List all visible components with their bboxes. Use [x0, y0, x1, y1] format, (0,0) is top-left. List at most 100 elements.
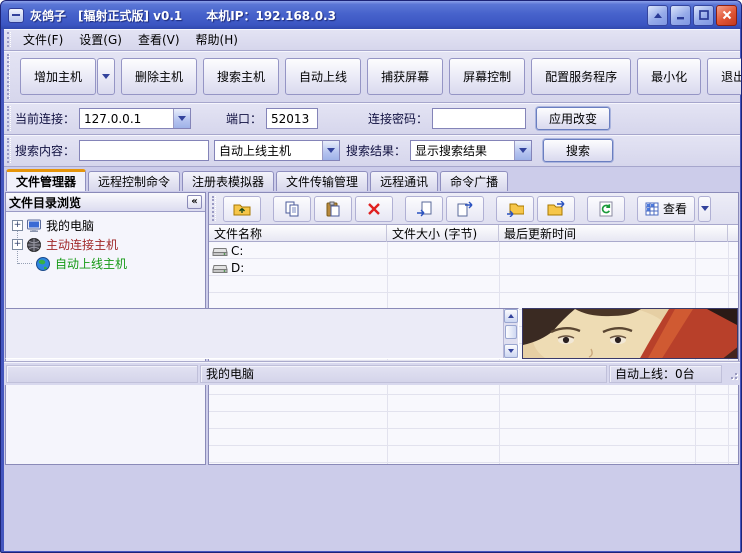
directory-tree: + 我的电脑 + 主动连接主机 [6, 212, 205, 273]
tab-strip: 文件管理器 远程控制命令 注册表模拟器 文件传输管理 远程通讯 命令广播 [4, 168, 740, 191]
upload-file-button[interactable] [446, 196, 484, 222]
scroll-up-button[interactable] [504, 309, 518, 323]
column-header-filler [728, 225, 738, 242]
tree-item-label: 主动连接主机 [46, 236, 118, 253]
delete-file-button[interactable] [355, 196, 393, 222]
list-item-drive-c[interactable]: C: [209, 242, 738, 259]
capture-screen-button[interactable]: 捕获屏幕 [367, 58, 443, 95]
globe-dark-icon [26, 237, 42, 253]
current-connection-combo[interactable]: 127.0.0.1 [79, 108, 191, 129]
combo-arrow-button[interactable] [514, 141, 531, 160]
upload-folder-button[interactable] [537, 196, 575, 222]
port-label: 端口： [226, 110, 262, 127]
tab-file-manager[interactable]: 文件管理器 [6, 169, 86, 191]
search-host-button[interactable]: 搜索主机 [203, 58, 279, 95]
paste-button[interactable] [314, 196, 352, 222]
column-header-filename[interactable]: 文件名称 [209, 225, 387, 242]
menu-view[interactable]: 查看(V) [130, 29, 188, 50]
log-scrollbar[interactable] [503, 309, 518, 358]
menu-file[interactable]: 文件(F) [15, 29, 71, 50]
download-folder-button[interactable] [496, 196, 534, 222]
toolbar-grip [7, 32, 11, 47]
app-icon[interactable] [8, 8, 24, 23]
tree-panel-title: 文件目录浏览 [9, 194, 81, 211]
view-button[interactable]: 查看 [637, 196, 695, 222]
globe-green-icon [35, 256, 51, 272]
collapse-panel-button[interactable]: « [187, 195, 202, 209]
drive-icon [212, 245, 228, 257]
folder-up-button[interactable] [223, 196, 261, 222]
search-content-label: 搜索内容： [15, 142, 75, 159]
tab-file-transfer[interactable]: 文件传输管理 [276, 171, 368, 191]
main-toolbar: 增加主机 删除主机 搜索主机 自动上线 捕获屏幕 屏幕控制 配置服务程序 最小化… [4, 51, 740, 103]
menu-settings[interactable]: 设置(G) [71, 29, 130, 50]
copy-button[interactable] [273, 196, 311, 222]
folder-up-icon [233, 201, 251, 217]
client-area: 文件(F) 设置(G) 查看(V) 帮助(H) 增加主机 删除主机 搜索主机 自… [4, 29, 740, 551]
minimize-app-button[interactable]: 最小化 [637, 58, 701, 95]
resize-grip[interactable] [726, 368, 738, 380]
tree-item-my-computer[interactable]: + 我的电脑 [12, 216, 205, 235]
tab-registry-simulator[interactable]: 注册表模拟器 [182, 171, 274, 191]
search-bar: 搜索内容： 自动上线主机 搜索结果： 显示搜索结果 搜索 [4, 135, 740, 167]
list-item-drive-d[interactable]: D: [209, 259, 738, 276]
tab-command-broadcast[interactable]: 命令广播 [440, 171, 508, 191]
computer-icon [26, 218, 42, 234]
rollup-icon [653, 11, 663, 20]
search-result-combo[interactable]: 显示搜索结果 [410, 140, 532, 161]
window-controls [647, 5, 737, 26]
connection-bar: 当前连接： 127.0.0.1 端口： 连接密码： 应用改变 [4, 103, 740, 135]
chevron-up-icon [508, 314, 514, 318]
search-input[interactable] [79, 140, 209, 161]
menu-help[interactable]: 帮助(H) [188, 29, 246, 50]
tree-item-label: 我的电脑 [46, 217, 94, 234]
minimize-button[interactable] [670, 5, 691, 26]
screen-control-button[interactable]: 屏幕控制 [449, 58, 525, 95]
search-mode-combo[interactable]: 自动上线主机 [214, 140, 340, 161]
expand-icon[interactable]: + [12, 239, 23, 250]
tree-item-active-hosts[interactable]: + 主动连接主机 [12, 235, 205, 254]
file-name: D: [231, 261, 244, 275]
app-window: 灰鸽子 [辐射正式版] v0.1 本机IP：192.168.0.3 文件(F) … [0, 0, 742, 553]
add-host-dropdown[interactable] [97, 58, 115, 95]
tree-item-label: 自动上线主机 [55, 255, 127, 272]
tree-item-auto-online-hosts[interactable]: 自动上线主机 [12, 254, 205, 273]
toolbar-grip [7, 106, 11, 131]
download-file-button[interactable] [405, 196, 443, 222]
column-header-updated[interactable]: 最后更新时间 [499, 225, 695, 242]
view-dropdown-button[interactable] [698, 196, 711, 222]
config-server-button[interactable]: 配置服务程序 [531, 58, 631, 95]
scroll-down-button[interactable] [504, 344, 518, 358]
port-input[interactable] [266, 108, 318, 129]
password-input[interactable] [432, 108, 526, 129]
folder-upload-icon [547, 201, 565, 217]
status-section-center: 我的电脑 [200, 365, 607, 383]
maximize-icon [699, 10, 709, 20]
scrollbar-thumb[interactable] [505, 325, 517, 339]
add-host-button[interactable]: 增加主机 [20, 58, 96, 95]
column-header-extra[interactable] [695, 225, 728, 242]
search-result-value: 显示搜索结果 [411, 142, 514, 159]
maximize-button[interactable] [693, 5, 714, 26]
refresh-button[interactable] [587, 196, 625, 222]
preview-image [522, 308, 738, 359]
expand-icon[interactable]: + [12, 220, 23, 231]
exit-button[interactable]: 退出 [707, 58, 742, 95]
combo-arrow-button[interactable] [173, 109, 190, 128]
rollup-button[interactable] [647, 5, 668, 26]
refresh-icon [598, 201, 614, 217]
status-section-left [6, 365, 198, 383]
view-grid-icon [645, 202, 659, 216]
auto-online-button[interactable]: 自动上线 [285, 58, 361, 95]
delete-host-button[interactable]: 删除主机 [121, 58, 197, 95]
tab-remote-comm[interactable]: 远程通讯 [370, 171, 438, 191]
close-icon [722, 10, 732, 20]
column-header-filesize[interactable]: 文件大小 (字节) [387, 225, 499, 242]
tab-remote-control[interactable]: 远程控制命令 [88, 171, 180, 191]
apply-change-button[interactable]: 应用改变 [536, 107, 610, 130]
file-list-header: 文件名称 文件大小 (字节) 最后更新时间 [209, 225, 738, 242]
close-button[interactable] [716, 5, 737, 26]
drive-icon [212, 262, 228, 274]
combo-arrow-button[interactable] [322, 141, 339, 160]
search-button[interactable]: 搜索 [543, 139, 613, 162]
